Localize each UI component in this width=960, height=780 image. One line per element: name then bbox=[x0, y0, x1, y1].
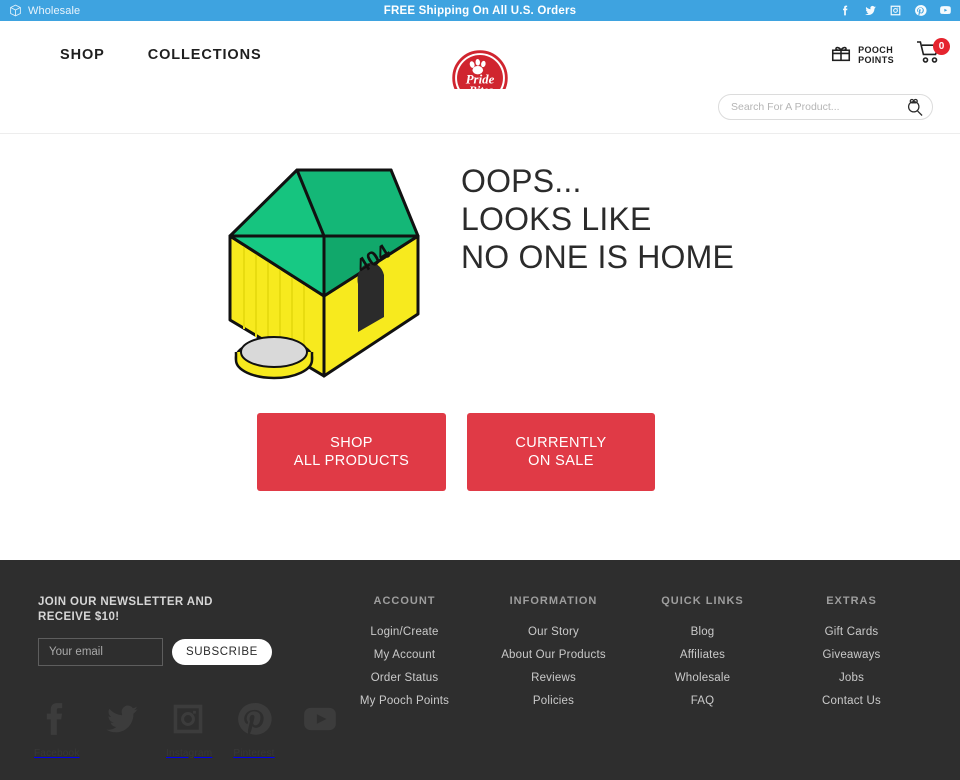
page-title: OOPS... LOOKS LIKE NO ONE IS HOME bbox=[461, 163, 735, 275]
newsletter-email-input[interactable] bbox=[38, 638, 163, 666]
footer-link-my-account[interactable]: My Account bbox=[330, 649, 479, 661]
instagram-icon bbox=[166, 700, 210, 738]
doghouse-404-illustration: 404 bbox=[222, 162, 438, 380]
pinterest-icon[interactable] bbox=[914, 4, 927, 17]
youtube-icon[interactable] bbox=[939, 4, 952, 17]
header-actions: POOCH POINTS 0 bbox=[830, 21, 950, 89]
footer-twitter-link[interactable] bbox=[100, 700, 144, 748]
footer-pinterest-link[interactable]: Pinterest bbox=[232, 700, 276, 759]
cart-icon bbox=[916, 41, 944, 70]
footer-link-reviews[interactable]: Reviews bbox=[479, 672, 628, 684]
shipping-message: FREE Shipping On All U.S. Orders bbox=[383, 4, 577, 17]
facebook-icon[interactable] bbox=[839, 4, 852, 17]
footer-column-title: QUICK LINKS bbox=[661, 595, 744, 607]
facebook-icon bbox=[34, 700, 78, 738]
footer-link-order-status[interactable]: Order Status bbox=[330, 672, 479, 684]
currently-on-sale-button[interactable]: CURRENTLY ON SALE bbox=[467, 413, 655, 491]
footer-column-account: ACCOUNT Login/Create My Account Order St… bbox=[330, 595, 479, 718]
wholesale-label: Wholesale bbox=[28, 4, 81, 17]
footer-link-contact-us[interactable]: Contact Us bbox=[777, 695, 926, 707]
site-footer: JOIN OUR NEWSLETTER AND RECEIVE $10! SUB… bbox=[0, 560, 960, 780]
search-row bbox=[0, 89, 960, 134]
shop-all-products-button[interactable]: SHOP ALL PRODUCTS bbox=[257, 413, 446, 491]
footer-facebook-link[interactable]: Facebook bbox=[34, 700, 80, 759]
instagram-icon[interactable] bbox=[889, 4, 902, 17]
main-navigation: SHOP COLLECTIONS bbox=[60, 21, 262, 89]
newsletter-title: JOIN OUR NEWSLETTER AND RECEIVE $10! bbox=[38, 596, 213, 623]
footer-instagram-link[interactable]: Instagram bbox=[166, 700, 213, 759]
footer-column-information: INFORMATION Our Story About Our Products… bbox=[479, 595, 628, 718]
footer-social-links: Facebook Instagram Pinterest bbox=[34, 700, 342, 759]
wholesale-link[interactable]: Wholesale bbox=[0, 4, 80, 17]
nav-item-collections[interactable]: COLLECTIONS bbox=[148, 47, 262, 63]
subscribe-button[interactable]: SUBSCRIBE bbox=[172, 639, 272, 665]
announcement-bar: Wholesale FREE Shipping On All U.S. Orde… bbox=[0, 0, 960, 21]
pinterest-icon bbox=[232, 700, 276, 738]
twitter-icon[interactable] bbox=[864, 4, 877, 17]
footer-column-title: INFORMATION bbox=[509, 595, 598, 607]
footer-link-policies[interactable]: Policies bbox=[479, 695, 628, 707]
newsletter-form: SUBSCRIBE bbox=[38, 638, 303, 666]
footer-social-label: Pinterest bbox=[233, 748, 275, 759]
cart-button[interactable]: 0 bbox=[916, 38, 950, 70]
pooch-points-button[interactable]: POOCH POINTS bbox=[830, 42, 894, 69]
footer-column-quick-links: QUICK LINKS Blog Affiliates Wholesale FA… bbox=[628, 595, 777, 718]
nav-item-shop[interactable]: SHOP bbox=[60, 47, 105, 63]
topbar-social-links bbox=[839, 0, 952, 21]
footer-column-extras: EXTRAS Gift Cards Giveaways Jobs Contact… bbox=[777, 595, 926, 718]
footer-column-title: EXTRAS bbox=[826, 595, 877, 607]
footer-link-about-our-products[interactable]: About Our Products bbox=[479, 649, 628, 661]
footer-column-title: ACCOUNT bbox=[373, 595, 436, 607]
footer-link-our-story[interactable]: Our Story bbox=[479, 626, 628, 638]
cta-buttons: SHOP ALL PRODUCTS CURRENTLY ON SALE bbox=[257, 413, 655, 491]
footer-social-label: Facebook bbox=[34, 748, 80, 759]
pooch-points-label: POOCH POINTS bbox=[858, 45, 894, 65]
site-header: SHOP COLLECTIONS Pride Bites POOC bbox=[0, 21, 960, 106]
footer-link-login-create[interactable]: Login/Create bbox=[330, 626, 479, 638]
footer-link-jobs[interactable]: Jobs bbox=[777, 672, 926, 684]
box-icon bbox=[9, 4, 22, 17]
footer-link-affiliates[interactable]: Affiliates bbox=[628, 649, 777, 661]
newsletter-signup: JOIN OUR NEWSLETTER AND RECEIVE $10! SUB… bbox=[38, 595, 303, 666]
footer-link-columns: ACCOUNT Login/Create My Account Order St… bbox=[330, 595, 926, 718]
search-input[interactable] bbox=[719, 95, 932, 119]
footer-link-gift-cards[interactable]: Gift Cards bbox=[777, 626, 926, 638]
search-box[interactable] bbox=[718, 94, 933, 120]
footer-link-faq[interactable]: FAQ bbox=[628, 695, 777, 707]
search-magnifier-icon[interactable] bbox=[905, 98, 925, 118]
cart-count-badge: 0 bbox=[933, 38, 950, 55]
footer-link-giveaways[interactable]: Giveaways bbox=[777, 649, 926, 661]
main-content: 404 OOPS... LOOKS LIKE NO ONE IS HOME SH… bbox=[0, 134, 960, 560]
footer-link-my-pooch-points[interactable]: My Pooch Points bbox=[330, 695, 479, 707]
twitter-icon bbox=[100, 700, 144, 738]
footer-link-wholesale[interactable]: Wholesale bbox=[628, 672, 777, 684]
footer-link-blog[interactable]: Blog bbox=[628, 626, 777, 638]
footer-social-label: Instagram bbox=[166, 748, 213, 759]
gift-icon bbox=[830, 42, 852, 69]
